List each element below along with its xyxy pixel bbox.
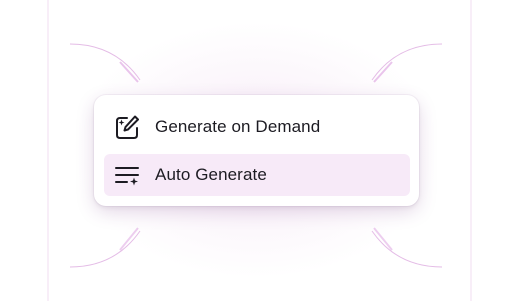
menu-item-label: Auto Generate (155, 165, 267, 184)
background-stage: Generate on Demand Auto Generate (0, 0, 512, 301)
list-sparkle-icon (112, 160, 142, 190)
menu-item-label: Generate on Demand (155, 117, 321, 136)
menu-item-generate-on-demand[interactable]: Generate on Demand (104, 106, 410, 148)
menu-item-auto-generate[interactable]: Auto Generate (104, 154, 410, 196)
generate-mode-menu: Generate on Demand Auto Generate (94, 95, 419, 206)
edit-sparkle-icon (112, 112, 142, 142)
